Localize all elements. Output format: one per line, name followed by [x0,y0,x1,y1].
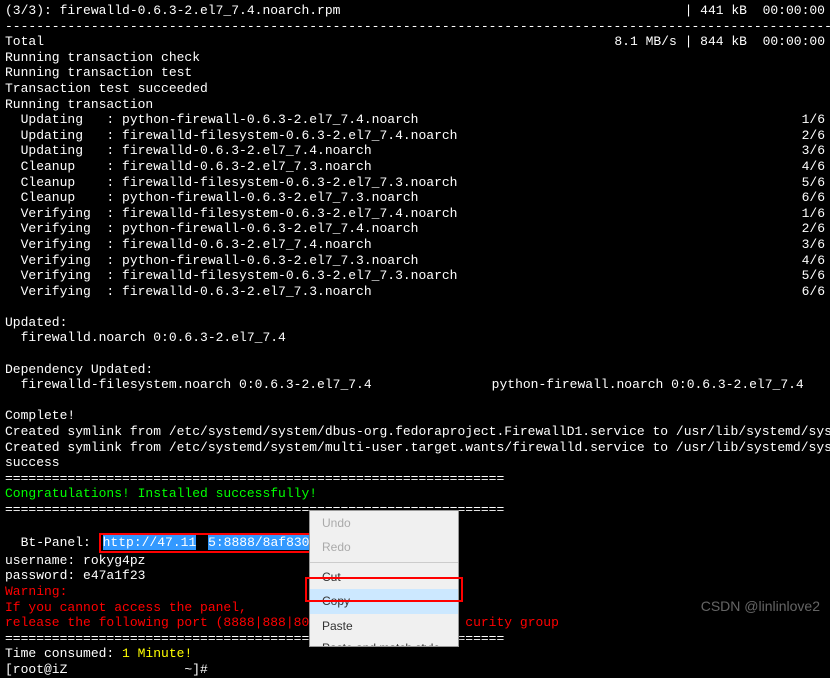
transaction-row: Verifying : python-firewall-0.6.3-2.el7_… [5,221,825,237]
symlink2: Created symlink from /etc/systemd/system… [5,440,825,456]
updated-header: Updated: [5,315,825,331]
url-redacted: 5 [196,535,208,550]
menu-paste[interactable]: Paste [310,614,458,638]
transaction-row: Cleanup : firewalld-0.6.3-2.el7_7.3.noar… [5,159,825,175]
depupdated-pkg2: python-firewall.noarch 0:0.6.3-2.el7_7.4 [492,377,804,393]
transaction-text: Verifying : python-firewall-0.6.3-2.el7_… [5,221,418,237]
symlink1: Created symlink from /etc/systemd/system… [5,424,825,440]
transaction-text: Cleanup : firewalld-0.6.3-2.el7_7.3.noar… [5,159,372,175]
transaction-text: Verifying : firewalld-0.6.3-2.el7_7.4.no… [5,237,372,253]
transaction-row: Cleanup : firewalld-filesystem-0.6.3-2.e… [5,175,825,191]
running-check: Running transaction check [5,50,825,66]
transaction-text: Updating : python-firewall-0.6.3-2.el7_7… [5,112,418,128]
depupdated-header: Dependency Updated: [5,362,825,378]
transaction-row: Verifying : firewalld-filesystem-0.6.3-2… [5,206,825,222]
url-selected[interactable]: http://47.1155:8888/8af83084 [103,535,325,550]
download-size: | 441 kB 00:00:00 [685,3,825,19]
menu-redo[interactable]: Redo [310,535,458,559]
transaction-progress: 5/6 [802,175,825,191]
transaction-row: Verifying : python-firewall-0.6.3-2.el7_… [5,253,825,269]
test-succeeded: Transaction test succeeded [5,81,825,97]
transaction-row: Verifying : firewalld-0.6.3-2.el7_7.4.no… [5,237,825,253]
total-speed: 8.1 MB/s | 844 kB 00:00:00 [614,34,825,50]
transaction-text: Verifying : firewalld-filesystem-0.6.3-2… [5,206,457,222]
bt-panel-label: Bt-Panel: [21,535,99,550]
transaction-text: Cleanup : firewalld-filesystem-0.6.3-2.e… [5,175,457,191]
transaction-progress: 5/6 [802,268,825,284]
transaction-progress: 3/6 [802,143,825,159]
transaction-row: Verifying : firewalld-filesystem-0.6.3-2… [5,268,825,284]
blank-line [5,346,825,362]
transaction-row: Verifying : firewalld-0.6.3-2.el7_7.3.no… [5,284,825,300]
depupdated-pkg1: firewalld-filesystem.noarch 0:0.6.3-2.el… [5,377,372,393]
transaction-progress: 3/6 [802,237,825,253]
transaction-text: Cleanup : python-firewall-0.6.3-2.el7_7.… [5,190,418,206]
success: success [5,455,825,471]
blank-line [5,393,825,409]
congrats: Congratulations! Installed successfully! [5,486,825,502]
transaction-progress: 2/6 [802,128,825,144]
transaction-row: Cleanup : python-firewall-0.6.3-2.el7_7.… [5,190,825,206]
transaction-progress: 1/6 [802,112,825,128]
context-menu: Undo Redo Cut Copy Paste Paste and match… [309,510,459,647]
menu-undo[interactable]: Undo [310,511,458,535]
download-name: (3/3): firewalld-0.6.3-2.el7_7.4.noarch.… [5,3,340,19]
transaction-text: Verifying : firewalld-0.6.3-2.el7_7.3.no… [5,284,372,300]
transaction-progress: 2/6 [802,221,825,237]
total-label: Total [5,34,44,50]
complete: Complete! [5,408,825,424]
time-line: Time consumed: 1 Minute! [5,646,825,662]
menu-paste-match[interactable]: Paste and match style [310,638,458,646]
transaction-progress: 6/6 [802,190,825,206]
transaction-items: Updating : python-firewall-0.6.3-2.el7_7… [5,112,825,299]
transaction-text: Updating : firewalld-0.6.3-2.el7_7.4.noa… [5,143,372,159]
separator-1: ========================================… [5,471,505,487]
total-line: Total 8.1 MB/s | 844 kB 00:00:00 [5,34,825,50]
running-transaction: Running transaction [5,97,825,113]
blank-line [5,299,825,315]
transaction-progress: 6/6 [802,284,825,300]
menu-separator [310,562,458,563]
transaction-text: Updating : firewalld-filesystem-0.6.3-2.… [5,128,457,144]
running-test: Running transaction test [5,65,825,81]
transaction-row: Updating : python-firewall-0.6.3-2.el7_7… [5,112,825,128]
transaction-text: Verifying : firewalld-filesystem-0.6.3-2… [5,268,457,284]
dashline: ----------------------------------------… [5,19,825,35]
url-highlight-box: http://47.1155:8888/8af83084 [99,533,329,553]
menu-copy[interactable]: Copy [310,589,458,613]
transaction-progress: 4/6 [802,159,825,175]
transaction-row: Updating : firewalld-0.6.3-2.el7_7.4.noa… [5,143,825,159]
updated-pkg: firewalld.noarch 0:0.6.3-2.el7_7.4 [5,330,825,346]
prompt-line[interactable]: [root@iZ ~]# [5,662,825,678]
download-line: (3/3): firewalld-0.6.3-2.el7_7.4.noarch.… [5,3,825,19]
transaction-row: Updating : firewalld-filesystem-0.6.3-2.… [5,128,825,144]
transaction-text: Verifying : python-firewall-0.6.3-2.el7_… [5,253,418,269]
depupdated-pkgs: firewalld-filesystem.noarch 0:0.6.3-2.el… [5,377,825,393]
menu-cut[interactable]: Cut [310,565,458,589]
transaction-progress: 4/6 [802,253,825,269]
transaction-progress: 1/6 [802,206,825,222]
watermark: CSDN @linlinlove2 [701,598,820,615]
